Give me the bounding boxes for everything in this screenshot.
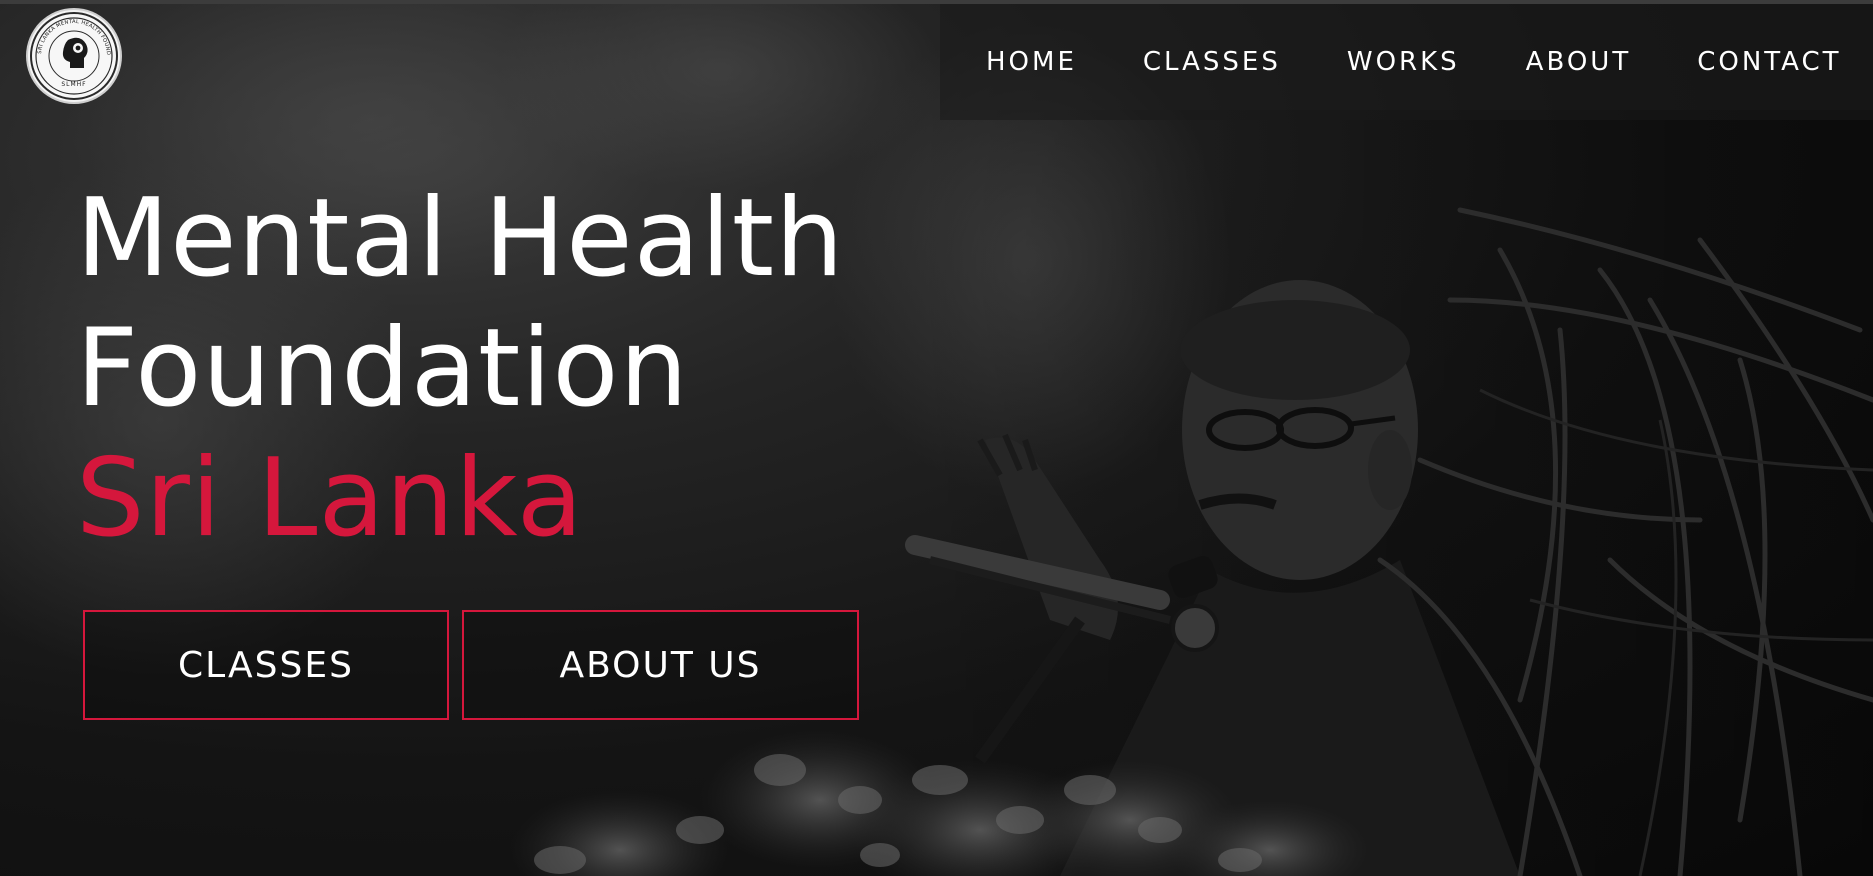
hero-actions: CLASSES ABOUT US <box>83 610 859 720</box>
hero-title-line1: Mental Health <box>76 176 845 301</box>
hero-section: SRI LANKA MENTAL HEALTH FOUNDATION SLMHF… <box>0 0 1873 876</box>
hero-title-line2: Foundation <box>76 306 689 431</box>
foundation-logo[interactable]: SRI LANKA MENTAL HEALTH FOUNDATION SLMHF <box>28 10 120 102</box>
nav-about-link[interactable]: ABOUT <box>1526 47 1632 77</box>
nav-home-link[interactable]: HOME <box>986 47 1077 77</box>
classes-button[interactable]: CLASSES <box>83 610 449 720</box>
nav-classes-link[interactable]: CLASSES <box>1143 47 1281 77</box>
hero-title: Mental Health Foundation Sri Lanka <box>76 174 845 564</box>
nav-works-link[interactable]: WORKS <box>1347 47 1460 77</box>
logo-emblem: SRI LANKA MENTAL HEALTH FOUNDATION SLMHF <box>28 10 118 100</box>
logo-initials: SLMHF <box>61 81 86 88</box>
main-nav: HOME CLASSES WORKS ABOUT CONTACT <box>986 44 1873 80</box>
about-us-button[interactable]: ABOUT US <box>462 610 859 720</box>
nav-contact-link[interactable]: CONTACT <box>1697 47 1841 77</box>
hero-title-accent: Sri Lanka <box>76 436 584 561</box>
